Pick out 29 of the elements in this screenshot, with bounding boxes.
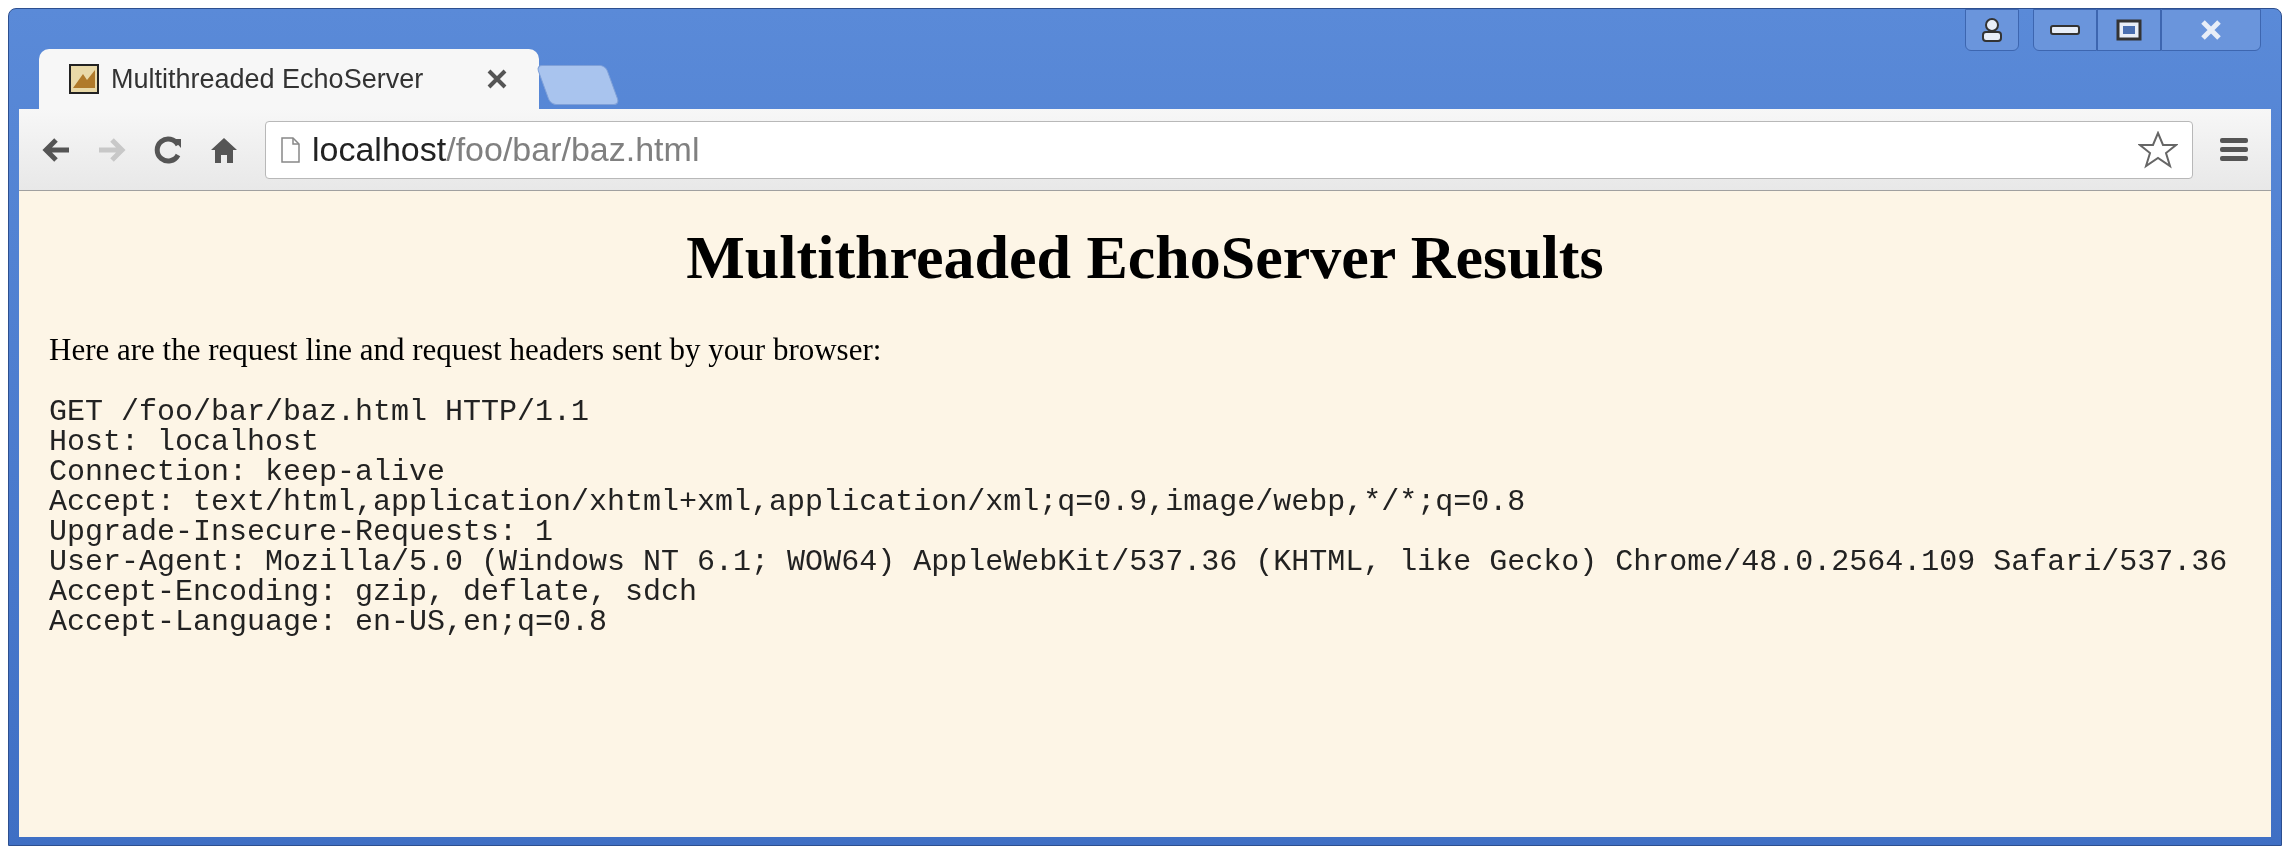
request-header-line: Upgrade-Insecure-Requests: 1 [49, 517, 554, 547]
minimize-button[interactable] [2033, 9, 2097, 51]
reload-icon[interactable] [153, 134, 183, 165]
back-arrow-icon[interactable] [41, 135, 71, 164]
profile-button[interactable] [1965, 9, 2019, 51]
tab-favicon-icon [69, 64, 99, 94]
request-header-line: Connection: keep-alive [49, 457, 446, 487]
close-icon [2199, 19, 2223, 41]
intro-text: Here are the request line and request headers sent by your browser: [49, 330, 883, 369]
star-icon[interactable] [2138, 130, 2178, 169]
request-header-line: Accept-Encoding: gzip, deflate, sdch [49, 577, 699, 607]
menu-icon[interactable] [2219, 135, 2249, 164]
request-header-line: GET /foo/bar/baz.html HTTP/1.1 [49, 397, 591, 427]
browser-tab[interactable]: Multithreaded EchoServer [39, 49, 539, 109]
request-header-line: User-Agent: Mozilla/5.0 (Windows NT 6.1; WOW64) AppleWebKit/537.36 (KHTML, like Gecko) Chrome/48.0.2564.109 Safari/537.36 [49, 547, 2229, 577]
url-text: localhost/foo/bar/baz.html [312, 129, 700, 170]
request-header-line: Host: localhost [49, 427, 320, 457]
person-icon [1981, 18, 2003, 42]
page-heading: Multithreaded EchoServer Results [685, 222, 1605, 293]
tab-close-icon[interactable] [485, 67, 509, 91]
request-header-line: Accept-Language: en-US,en;q=0.8 [49, 607, 609, 637]
tab-title: Multithreaded EchoServer [111, 62, 424, 96]
close-button[interactable] [2161, 9, 2261, 51]
maximize-button[interactable] [2097, 9, 2161, 51]
minimize-icon [2050, 25, 2080, 35]
maximize-icon [2116, 19, 2142, 41]
address-field[interactable]: localhost/foo/bar/baz.html [265, 120, 2193, 179]
request-header-line: Accept: text/html,application/xhtml+xml,application/xml;q=0.9,image/webp,*/*;q=0.8 [49, 487, 1527, 517]
page-icon [280, 136, 300, 163]
